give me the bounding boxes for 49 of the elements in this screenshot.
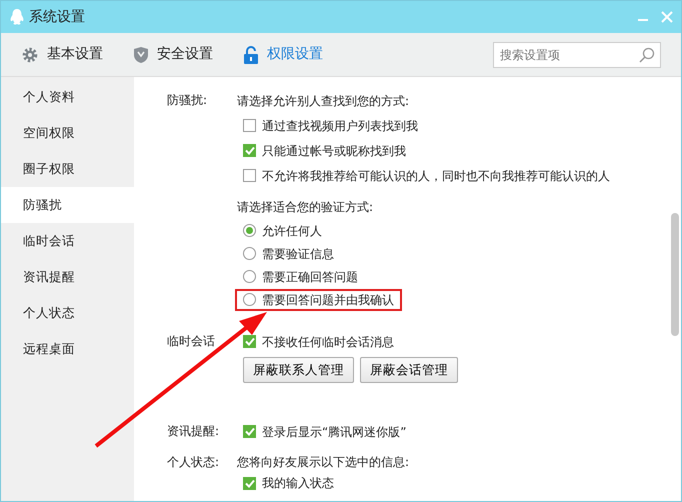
option-label: 需要正确回答问题: [262, 268, 358, 286]
scrollbar-thumb[interactable]: [671, 213, 679, 336]
search-icon[interactable]: [639, 46, 655, 62]
option-label: 允许任何人: [262, 222, 322, 240]
window-title: 系统设置: [29, 8, 85, 26]
sidebar-item[interactable]: 资讯提醒: [1, 259, 134, 295]
sidebar-item[interactable]: 远程桌面: [1, 331, 134, 367]
action-button[interactable]: 屏蔽联系人管理: [243, 357, 354, 383]
checkbox[interactable]: [243, 477, 256, 490]
option-label: 我的输入状态: [262, 475, 334, 492]
penguin-icon: [9, 8, 25, 26]
sidebar-item[interactable]: 个人状态: [1, 295, 134, 331]
section-label: 个人状态:: [167, 454, 220, 471]
toolbar-tab[interactable]: 安全设置: [133, 44, 213, 65]
sidebar-item[interactable]: 圈子权限: [1, 151, 134, 187]
option-label: 需要回答问题并由我确认: [262, 292, 394, 308]
gear-icon: [21, 46, 39, 64]
lock-icon: [243, 46, 259, 64]
close-icon[interactable]: [661, 11, 673, 23]
checkbox[interactable]: [243, 425, 256, 438]
prompt-text: 请选择允许别人查找到您的方式:: [237, 92, 410, 110]
search-field[interactable]: 搜索设置项: [493, 42, 661, 68]
radio-button[interactable]: [243, 270, 256, 283]
radio-button[interactable]: [243, 247, 256, 260]
checkbox[interactable]: [243, 119, 256, 132]
option-label: 不允许将我推荐给可能认识的人，同时也不向我推荐可能认识的人: [262, 168, 610, 184]
toolbar-tab[interactable]: 基本设置: [21, 44, 103, 65]
sidebar-item[interactable]: 空间权限: [1, 115, 134, 151]
prompt-text: 您将向好友展示以下选中的信息:: [237, 454, 410, 471]
action-button[interactable]: 屏蔽会话管理: [360, 357, 458, 383]
checkbox[interactable]: [243, 144, 256, 157]
shield-icon: [133, 46, 149, 64]
radio-button[interactable]: [243, 224, 256, 237]
option-label: 不接收任何临时会话消息: [262, 334, 394, 350]
section-label: 资讯提醒:: [167, 423, 220, 440]
option-label: 登录后显示“腾讯网迷你版”: [262, 424, 406, 440]
sidebar-item[interactable]: 临时会话: [1, 223, 134, 259]
sidebar-item[interactable]: 防骚扰: [1, 187, 134, 223]
prompt-text: 请选择适合您的验证方式:: [237, 198, 374, 216]
option-label: 需要验证信息: [262, 246, 334, 262]
section-label: 临时会话: [167, 333, 216, 350]
checkbox[interactable]: [243, 169, 256, 182]
toolbar-tab[interactable]: 权限设置: [243, 44, 323, 65]
option-label: 通过查找视频用户列表找到我: [262, 118, 418, 134]
section-label: 防骚扰:: [167, 92, 208, 109]
option-label: 只能通过帐号或昵称找到我: [262, 142, 406, 160]
sidebar-item[interactable]: 个人资料: [1, 79, 134, 115]
radio-button[interactable]: [243, 293, 256, 306]
checkbox[interactable]: [243, 335, 256, 348]
